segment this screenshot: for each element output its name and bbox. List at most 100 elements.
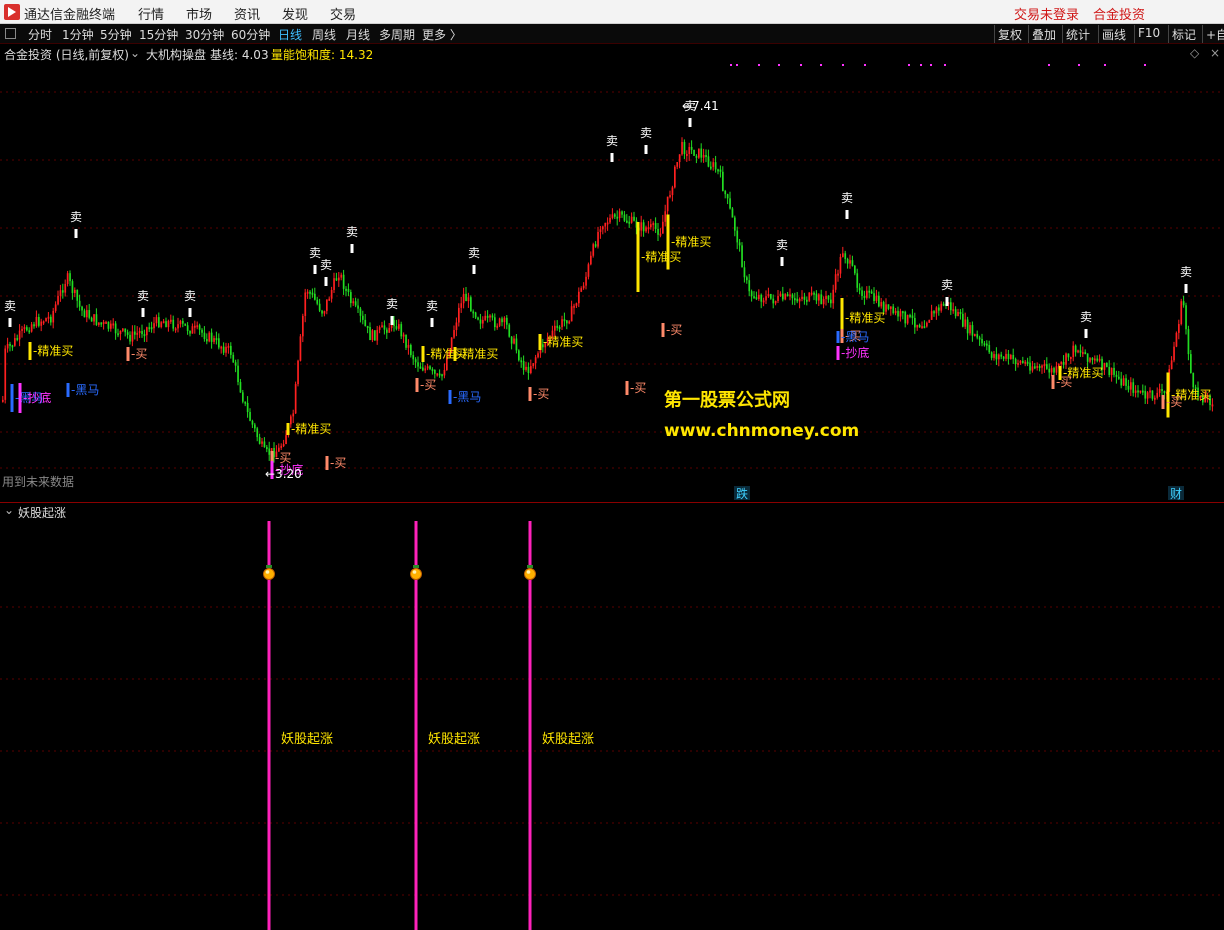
- candle-body: [198, 325, 201, 330]
- candle-body: [1139, 390, 1142, 393]
- panel-toggle-icon[interactable]: [5, 28, 16, 39]
- account-link[interactable]: 合金投资: [1093, 4, 1145, 23]
- dropdown-chevron-icon[interactable]: ⌄: [130, 46, 140, 60]
- candle-body: [460, 303, 463, 308]
- candle-body: [1067, 353, 1070, 358]
- period-5min[interactable]: 5分钟: [100, 26, 132, 43]
- candle-body: [1084, 352, 1087, 355]
- candle-body: [650, 224, 652, 228]
- candle-body: [894, 310, 897, 314]
- sell-marker: [188, 308, 192, 317]
- precise-buy-bar: [286, 423, 290, 435]
- sell-marker: [780, 257, 784, 266]
- candle-body: [810, 292, 813, 295]
- menu-discover[interactable]: 发现: [282, 4, 308, 23]
- candle-body: [630, 216, 633, 223]
- candle-body: [580, 288, 583, 292]
- candle-body: [258, 437, 261, 444]
- candle-body: [844, 253, 847, 259]
- candle-body: [770, 293, 772, 299]
- candle-body: [297, 360, 299, 385]
- dark-horse-label: -黑马: [71, 383, 99, 397]
- indicator-name[interactable]: 大机构操盘: [146, 46, 206, 63]
- period-30min[interactable]: 30分钟: [185, 26, 224, 43]
- candle-body: [563, 319, 566, 322]
- close-icon[interactable]: ×: [1210, 46, 1220, 60]
- menu-market-quotes[interactable]: 行情: [138, 4, 164, 23]
- candle-body: [83, 310, 86, 318]
- bottom-marker: [836, 346, 840, 360]
- buy-label: -买: [330, 456, 346, 470]
- candle-body: [213, 338, 215, 342]
- sub-dropdown-icon[interactable]: ⌄: [4, 503, 14, 517]
- candle-body: [866, 290, 868, 298]
- menu-trade[interactable]: 交易: [330, 4, 356, 23]
- candle-body: [88, 310, 91, 318]
- sell-marker: [430, 318, 434, 327]
- candle-body: [880, 302, 883, 307]
- candlestick-chart[interactable]: 卖卖卖 卖卖卖卖卖 卖卖卖卖卖卖卖卖卖卖-精准买-精准买-精准买-精准买-精准买-精…: [0, 62, 1224, 502]
- mark-button[interactable]: 标记: [1168, 25, 1199, 43]
- menu-news[interactable]: 资讯: [234, 4, 260, 23]
- precise-buy-label: -精准买: [33, 344, 73, 358]
- buy-marker: [415, 378, 419, 392]
- future-data-note: 用到未来数据: [2, 475, 75, 489]
- candle-body: [767, 293, 770, 297]
- candle-body: [990, 352, 993, 358]
- candle-body: [52, 310, 55, 323]
- custom-button[interactable]: +自: [1202, 25, 1224, 43]
- candle-body: [126, 332, 129, 335]
- period-weekly[interactable]: 周线: [312, 26, 336, 43]
- signal-chart[interactable]: 妖股起涨 妖股起涨 妖股起涨: [0, 521, 1224, 930]
- period-more[interactable]: 更多 〉: [422, 26, 462, 43]
- candle-body: [666, 196, 669, 212]
- period-intraday[interactable]: 分时: [28, 26, 52, 43]
- candle-body: [935, 307, 938, 314]
- candle-body: [738, 242, 741, 246]
- candle-body: [803, 296, 806, 300]
- period-multi[interactable]: 多周期: [379, 26, 415, 43]
- candle-body: [1106, 362, 1108, 367]
- f10-button[interactable]: F10: [1134, 25, 1163, 43]
- candle-body: [556, 325, 559, 328]
- sell-label: 卖: [184, 289, 196, 303]
- candle-body: [2, 399, 4, 402]
- candle-body: [431, 369, 434, 372]
- candle-body: [818, 294, 820, 301]
- candle-body: [678, 154, 681, 163]
- buy-marker: [625, 381, 629, 395]
- candle-body: [1046, 364, 1048, 369]
- sell-marker: [350, 244, 354, 253]
- candle-body: [998, 354, 1000, 360]
- expand-icon[interactable]: ◇: [1190, 46, 1199, 60]
- candle-body: [486, 315, 489, 318]
- login-status-link[interactable]: 交易未登录: [1014, 4, 1079, 23]
- candle-body: [1134, 390, 1137, 393]
- candle-body: [933, 311, 935, 314]
- candle-body: [11, 345, 14, 348]
- candle-body: [861, 290, 863, 296]
- candle-body: [57, 295, 59, 305]
- candle-body: [1180, 301, 1183, 325]
- candle-body: [719, 169, 722, 172]
- sell-label: 卖: [1180, 265, 1192, 279]
- period-monthly[interactable]: 月线: [346, 26, 370, 43]
- candle-body: [858, 287, 861, 291]
- period-15min[interactable]: 15分钟: [139, 26, 178, 43]
- candle-body: [203, 332, 206, 340]
- candle-body: [676, 162, 679, 167]
- precise-buy-label: -精准买: [458, 347, 498, 361]
- signal-line: [267, 521, 271, 930]
- draw-button[interactable]: 画线: [1098, 25, 1129, 43]
- candle-body: [352, 301, 355, 304]
- period-daily[interactable]: 日线: [278, 26, 302, 43]
- period-1min[interactable]: 1分钟: [62, 26, 94, 43]
- candle-body: [969, 325, 971, 334]
- menu-market[interactable]: 市场: [186, 4, 212, 23]
- stats-button[interactable]: 统计: [1062, 25, 1093, 43]
- adjust-button[interactable]: 复权: [994, 25, 1025, 43]
- period-60min[interactable]: 60分钟: [231, 26, 270, 43]
- bottom-marker: [18, 383, 22, 413]
- overlay-button[interactable]: 叠加: [1028, 25, 1059, 43]
- candle-body: [746, 277, 748, 281]
